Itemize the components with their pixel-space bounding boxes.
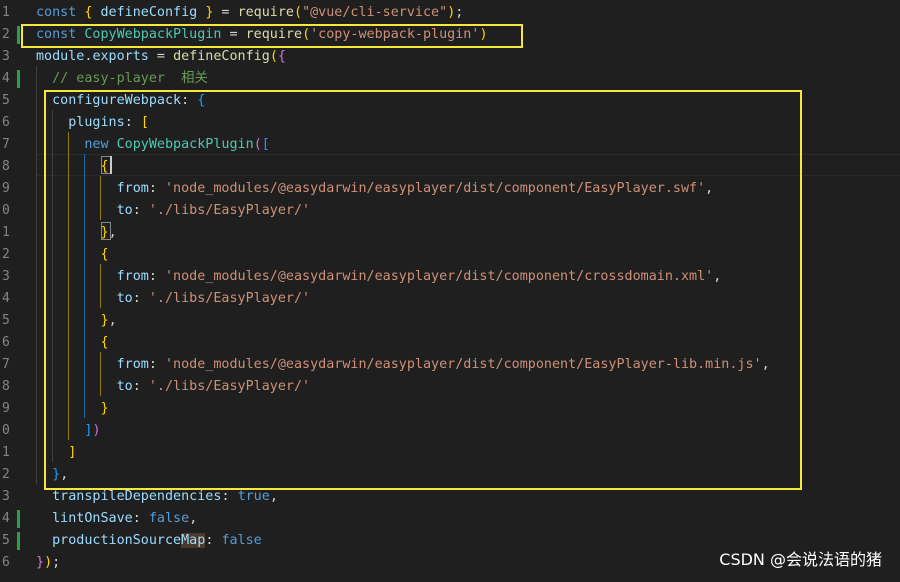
code-token: ;	[455, 5, 464, 20]
code-token: {	[277, 49, 286, 64]
indent-guide	[36, 66, 37, 484]
code-token: (	[294, 5, 303, 20]
line-number: 1	[2, 445, 10, 460]
line-number: 3	[2, 269, 10, 284]
code-line[interactable]: 4 lintOnSave: false,	[0, 508, 900, 530]
line-number: 3	[2, 489, 10, 504]
code-token: }	[36, 555, 45, 570]
code-token: const	[36, 5, 85, 20]
line-number: 9	[2, 181, 10, 196]
modified-line-indicator	[17, 70, 20, 88]
code-text: productionSourceMap: false	[36, 530, 262, 552]
code-text: lintOnSave: false,	[36, 508, 197, 530]
code-token: )	[44, 555, 53, 570]
line-number: 3	[2, 49, 10, 64]
watermark: CSDN @会说法语的猪	[719, 550, 882, 569]
modified-line-indicator	[17, 510, 20, 528]
code-token: Map	[181, 533, 206, 548]
annotation-box-require	[21, 24, 523, 48]
annotation-box-configure-webpack	[44, 90, 802, 490]
line-number: 2	[2, 467, 10, 482]
code-line[interactable]: 3 module.exports = defineConfig({	[0, 46, 900, 68]
code-token: false	[221, 533, 262, 548]
line-number: 7	[2, 137, 10, 152]
line-number: 0	[2, 203, 10, 218]
code-token: module	[36, 49, 85, 64]
line-number: 1	[2, 5, 10, 20]
code-token: false	[148, 511, 190, 526]
line-number: 4	[2, 71, 10, 86]
code-token: ;	[52, 555, 61, 570]
line-number: 6	[2, 335, 10, 350]
code-token: lintOnSave	[52, 511, 133, 526]
code-text: module.exports = defineConfig({	[36, 46, 286, 68]
code-token: transpileDependencies	[52, 489, 222, 504]
code-token: defineConfig	[100, 5, 206, 20]
line-number: 5	[2, 93, 10, 108]
code-token: :	[205, 533, 222, 548]
line-number: 0	[2, 423, 10, 438]
line-number: 8	[2, 159, 10, 174]
code-line[interactable]: 4 // easy-player 相关	[0, 68, 900, 90]
code-token: productionSource	[52, 533, 182, 548]
code-token: ,	[189, 511, 198, 526]
line-number: 8	[2, 379, 10, 394]
line-number: 2	[2, 27, 10, 42]
code-token: require	[237, 5, 294, 20]
line-number: 6	[2, 115, 10, 130]
code-token: exports	[92, 49, 149, 64]
code-token: {	[84, 5, 101, 20]
code-token: :	[132, 511, 149, 526]
code-token: =	[213, 5, 238, 20]
code-token: "@vue/cli-service"	[302, 5, 448, 20]
modified-line-indicator	[17, 26, 20, 44]
code-line[interactable]: 1 const { defineConfig } = require("@vue/…	[0, 2, 900, 24]
line-number: 4	[2, 511, 10, 526]
line-number: 9	[2, 401, 10, 416]
line-number: 1	[2, 225, 10, 240]
line-number: 5	[2, 533, 10, 548]
line-number: 7	[2, 357, 10, 372]
line-number: 4	[2, 291, 10, 306]
code-token: ,	[269, 489, 278, 504]
modified-line-indicator	[17, 532, 20, 550]
code-text: // easy-player 相关	[36, 68, 208, 90]
line-number: 2	[2, 247, 10, 262]
code-token: true	[237, 489, 270, 504]
code-text: const { defineConfig } = require("@vue/c…	[36, 2, 463, 24]
code-token: :	[221, 489, 238, 504]
code-token: =	[148, 49, 174, 64]
code-text: });	[36, 552, 60, 574]
code-editor[interactable]: 1 const { defineConfig } = require("@vue/…	[0, 0, 900, 582]
line-number: 6	[2, 555, 10, 570]
code-token: // easy-player 相关	[52, 71, 208, 86]
line-number: 5	[2, 313, 10, 328]
code-token: (	[269, 49, 278, 64]
code-token: defineConfig	[173, 49, 270, 64]
